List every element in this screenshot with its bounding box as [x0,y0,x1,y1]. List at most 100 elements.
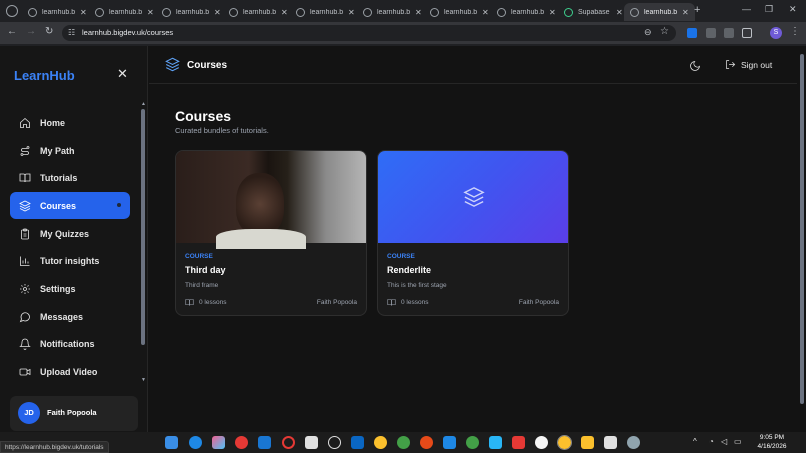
snipping-tool-icon[interactable] [604,436,617,449]
close-icon[interactable]: ✕ [549,8,556,17]
reload-button[interactable]: ↻ [45,26,53,37]
course-card[interactable]: COURSE Renderlite This is the first stag… [377,150,569,316]
tab-label: learnhub.b [377,8,411,16]
sidebar-scroll-thumb[interactable] [141,109,145,345]
slack-icon[interactable] [535,436,548,449]
minimize-button[interactable]: — [742,4,751,14]
close-sidebar-icon[interactable]: ✕ [117,66,128,82]
opera-icon[interactable] [282,436,295,449]
edge-icon[interactable] [189,436,202,449]
sidebar-item-label: Notifications [40,339,95,349]
person-photo [236,173,284,235]
sidebar-item-my-quizzes[interactable]: My Quizzes [10,221,130,247]
sidebar-item-label: Upload Video [40,367,98,377]
page-scrollbar[interactable] [797,46,806,432]
chrome-icon[interactable] [466,436,479,449]
browser-tab[interactable]: learnhub.b ✕ [223,3,294,21]
windows-start-icon[interactable] [165,436,178,449]
browser-menu-icon[interactable]: ⋮ [790,26,800,37]
page-scroll-thumb[interactable] [800,54,804,404]
browser-tab[interactable]: learnhub.b ✕ [156,3,227,21]
photos-icon[interactable] [489,436,502,449]
extension-icon[interactable] [724,28,734,38]
layers-icon [165,57,181,73]
dark-mode-toggle-moon-icon[interactable] [689,59,701,71]
scroll-down-arrow-icon[interactable]: ▼ [141,377,146,383]
mail-icon[interactable] [258,436,271,449]
browser-tab[interactable]: learnhub.b ✕ [357,3,428,21]
sign-out-button[interactable]: Sign out [725,59,772,70]
url-field[interactable]: ☷ learnhub.bigdev.uk/courses ⊖ ☆ [62,25,676,41]
course-card[interactable]: COURSE Third day Third frame 0 lessons F… [175,150,367,316]
system-clock[interactable]: 9:05 PM 4/16/2026 [752,433,792,451]
app-logo[interactable]: LearnHub [14,68,75,83]
sidebar-item-tutorials[interactable]: Tutorials [10,165,130,191]
globe-icon [630,7,639,17]
volume-icon[interactable]: ◁ [721,437,727,446]
extension-icon[interactable] [687,28,697,38]
back-button[interactable]: ← [7,26,17,37]
user-profile-card[interactable]: JD Faith Popoola [10,396,138,431]
chrome-active-icon[interactable] [557,435,572,450]
sidebar-item-notifications[interactable]: Notifications [10,331,130,357]
url-text[interactable]: learnhub.bigdev.uk/courses [82,28,173,37]
new-tab-button[interactable]: + [694,4,700,16]
vscode-icon[interactable] [443,436,456,449]
wifi-icon[interactable]: ◔ [709,437,714,446]
course-description: Third frame [185,282,219,289]
recorder-icon[interactable] [512,436,525,449]
file-explorer-icon[interactable] [581,436,594,449]
app-icon[interactable] [420,436,433,449]
browser-tab[interactable]: Supabase ✕ [558,3,629,21]
chrome-icon[interactable] [374,436,387,449]
sidebar-scrollbar[interactable]: ▲ ▼ [141,101,146,385]
browser-tab[interactable]: learnhub.b ✕ [89,3,160,21]
window-close-button[interactable]: ✕ [789,4,797,15]
close-icon[interactable]: ✕ [348,8,355,17]
browser-tab[interactable]: learnhub.b ✕ [22,3,93,21]
bookmark-star-icon[interactable]: ☆ [660,26,669,37]
close-icon[interactable]: ✕ [482,8,489,17]
tab-search-icon[interactable] [6,5,18,17]
profile-avatar[interactable]: S [770,27,782,39]
extension-icon[interactable] [706,28,716,38]
tab-label: Supabase [578,8,610,16]
close-icon[interactable]: ✕ [281,8,288,17]
course-description: This is the first stage [387,282,447,289]
site-info-icon[interactable]: ☷ [68,28,75,37]
close-icon[interactable]: ✕ [147,8,154,17]
browser-tab[interactable]: learnhub.b ✕ [290,3,361,21]
close-icon[interactable]: ✕ [616,8,623,17]
settings-gear-icon[interactable] [627,436,640,449]
layers-icon [463,186,485,208]
zoom-icon[interactable]: ⊖ [644,27,652,38]
linkedin-icon[interactable] [351,436,364,449]
close-icon[interactable]: ✕ [214,8,221,17]
copilot-icon[interactable] [212,436,225,449]
sidebar-item-home[interactable]: Home [10,110,130,136]
browser-tab-active[interactable]: learnhub.b ✕ [624,3,695,21]
page-title: Courses [175,108,232,124]
maximize-button[interactable]: ❐ [765,4,773,15]
browser-tab[interactable]: learnhub.b ✕ [424,3,495,21]
scroll-up-arrow-icon[interactable]: ▲ [141,101,146,107]
close-icon[interactable]: ✕ [682,8,689,17]
sidebar-item-tutor-insights[interactable]: Tutor insights [10,248,130,274]
chatgpt-icon[interactable] [328,436,341,449]
sidebar-item-settings[interactable]: Settings [10,276,130,302]
close-icon[interactable]: ✕ [80,8,87,17]
sidebar-item-courses[interactable]: Courses [10,192,130,219]
forward-button[interactable]: → [26,26,36,37]
store-icon[interactable] [305,436,318,449]
sidebar-item-messages[interactable]: Messages [10,304,130,330]
chrome-icon[interactable] [397,436,410,449]
sidebar-item-my-path[interactable]: My Path [10,138,130,164]
battery-icon[interactable]: ▭ [734,437,742,446]
media-player-icon[interactable] [235,436,248,449]
sidebar-item-upload-video[interactable]: Upload Video [10,359,130,385]
extensions-puzzle-icon[interactable] [742,28,752,38]
browser-tab[interactable]: learnhub.b ✕ [491,3,562,21]
tray-chevron-up-icon[interactable]: ^ [693,437,697,446]
page-subtitle: Curated bundles of tutorials. [175,126,269,135]
close-icon[interactable]: ✕ [415,8,422,17]
